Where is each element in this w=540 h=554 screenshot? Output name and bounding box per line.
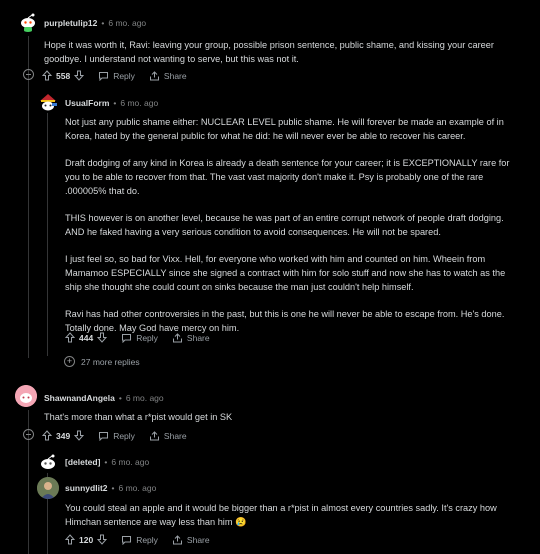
downvote-icon[interactable] — [74, 70, 85, 81]
reply-icon — [122, 535, 132, 545]
upvote-icon[interactable] — [65, 332, 75, 343]
reply-button[interactable]: Reply — [98, 431, 135, 441]
comment-actions: 444 Reply Share — [65, 332, 210, 343]
thread-line — [28, 36, 29, 358]
share-button[interactable]: Share — [149, 431, 187, 441]
author-name[interactable]: sunnydlit2 — [65, 483, 108, 493]
share-button[interactable]: Share — [172, 535, 210, 545]
comment-paragraph: I just feel so, so bad for Vixx. Hell, f… — [65, 254, 506, 292]
comment-actions: 349 Reply Share — [42, 430, 187, 441]
comment-paragraph: Hope it was worth it, Ravi: leaving your… — [44, 40, 494, 64]
comment-meta: UsualForm • 6 mo. ago — [65, 98, 158, 108]
avatar[interactable] — [37, 477, 59, 499]
share-icon — [172, 534, 182, 544]
avatar — [37, 451, 59, 473]
reply-icon — [99, 431, 109, 441]
timestamp[interactable]: 6 mo. ago — [108, 18, 146, 28]
reply-label: Reply — [136, 534, 158, 545]
share-button[interactable]: Share — [149, 71, 187, 81]
plus-icon: + — [64, 356, 75, 367]
snoo-avatar-icon — [41, 454, 55, 469]
author-name[interactable]: ShawnandAngela — [44, 393, 115, 403]
avatar[interactable] — [17, 10, 39, 32]
comment-meta: sunnydlit2 • 6 mo. ago — [65, 483, 156, 493]
vote-count: 558 — [56, 70, 71, 81]
reply-label: Reply — [113, 430, 135, 441]
downvote-icon[interactable] — [97, 534, 108, 545]
upvote-icon[interactable] — [65, 534, 75, 545]
avatar[interactable] — [15, 385, 37, 407]
downvote-icon[interactable] — [74, 430, 85, 441]
snoo-avatar-icon — [21, 13, 35, 32]
reply-button[interactable]: Reply — [121, 535, 158, 545]
upvote-icon[interactable] — [42, 430, 52, 441]
share-icon — [149, 70, 159, 80]
share-label: Share — [163, 70, 187, 81]
comment-meta: ShawnandAngela • 6 mo. ago — [44, 393, 164, 403]
reply-icon — [99, 71, 109, 81]
timestamp[interactable]: 6 mo. ago — [119, 483, 157, 493]
reply-label: Reply — [113, 70, 135, 81]
share-label: Share — [186, 332, 210, 343]
author-name[interactable]: UsualForm — [65, 98, 109, 108]
reply-button[interactable]: Reply — [121, 333, 158, 343]
share-label: Share — [186, 534, 210, 545]
avatar[interactable] — [37, 91, 59, 113]
comment-paragraph: Draft dodging of any kind in Korea is al… — [65, 158, 510, 196]
author-name: [deleted] — [65, 457, 101, 467]
reply-icon — [122, 333, 132, 343]
comment-paragraph: Ravi has had other controversies in the … — [65, 309, 505, 333]
reply-label: Reply — [136, 332, 158, 343]
more-replies-link[interactable]: + 27 more replies — [64, 356, 140, 367]
collapse-thread-button[interactable] — [23, 69, 34, 80]
timestamp[interactable]: 6 mo. ago — [120, 98, 158, 108]
share-icon — [149, 430, 159, 440]
comment-meta: [deleted] • 6 mo. ago — [65, 457, 149, 467]
share-icon — [172, 332, 182, 342]
upvote-icon[interactable] — [42, 70, 52, 81]
comment-paragraph: That's more than what a r*pist would get… — [44, 412, 233, 422]
separator-dot: • — [111, 483, 115, 493]
comment-actions: 558 Reply Share — [42, 70, 187, 81]
separator-dot: • — [118, 393, 122, 403]
comment-body: Not just any public shame either: NUCLEA… — [65, 115, 523, 348]
separator-dot: • — [101, 18, 105, 28]
more-replies-label: 27 more replies — [81, 356, 140, 367]
reply-button[interactable]: Reply — [98, 71, 135, 81]
vote-count: 349 — [56, 430, 71, 441]
downvote-icon[interactable] — [97, 332, 108, 343]
snoo-avatar-icon — [40, 94, 57, 111]
user-photo-icon — [37, 477, 59, 499]
share-label: Share — [163, 430, 187, 441]
separator-dot: • — [113, 98, 117, 108]
comment-actions: 120 Reply Share — [65, 534, 210, 545]
comment-paragraph: Not just any public shame either: NUCLEA… — [65, 117, 504, 141]
comment-paragraph: You could steal an apple and it would be… — [65, 503, 497, 527]
comment-paragraph: THIS however is on another level, becaus… — [65, 213, 504, 237]
timestamp[interactable]: 6 mo. ago — [111, 457, 149, 467]
author-name[interactable]: purpletulip12 — [44, 18, 97, 28]
separator-dot: • — [104, 457, 108, 467]
thread-line — [47, 112, 48, 356]
vote-count: 120 — [79, 534, 94, 545]
share-button[interactable]: Share — [172, 333, 210, 343]
timestamp[interactable]: 6 mo. ago — [126, 393, 164, 403]
vote-count: 444 — [79, 332, 94, 343]
comment-meta: purpletulip12 • 6 mo. ago — [44, 18, 146, 28]
snoo-avatar-icon — [15, 385, 37, 407]
collapse-thread-button[interactable] — [23, 429, 34, 440]
